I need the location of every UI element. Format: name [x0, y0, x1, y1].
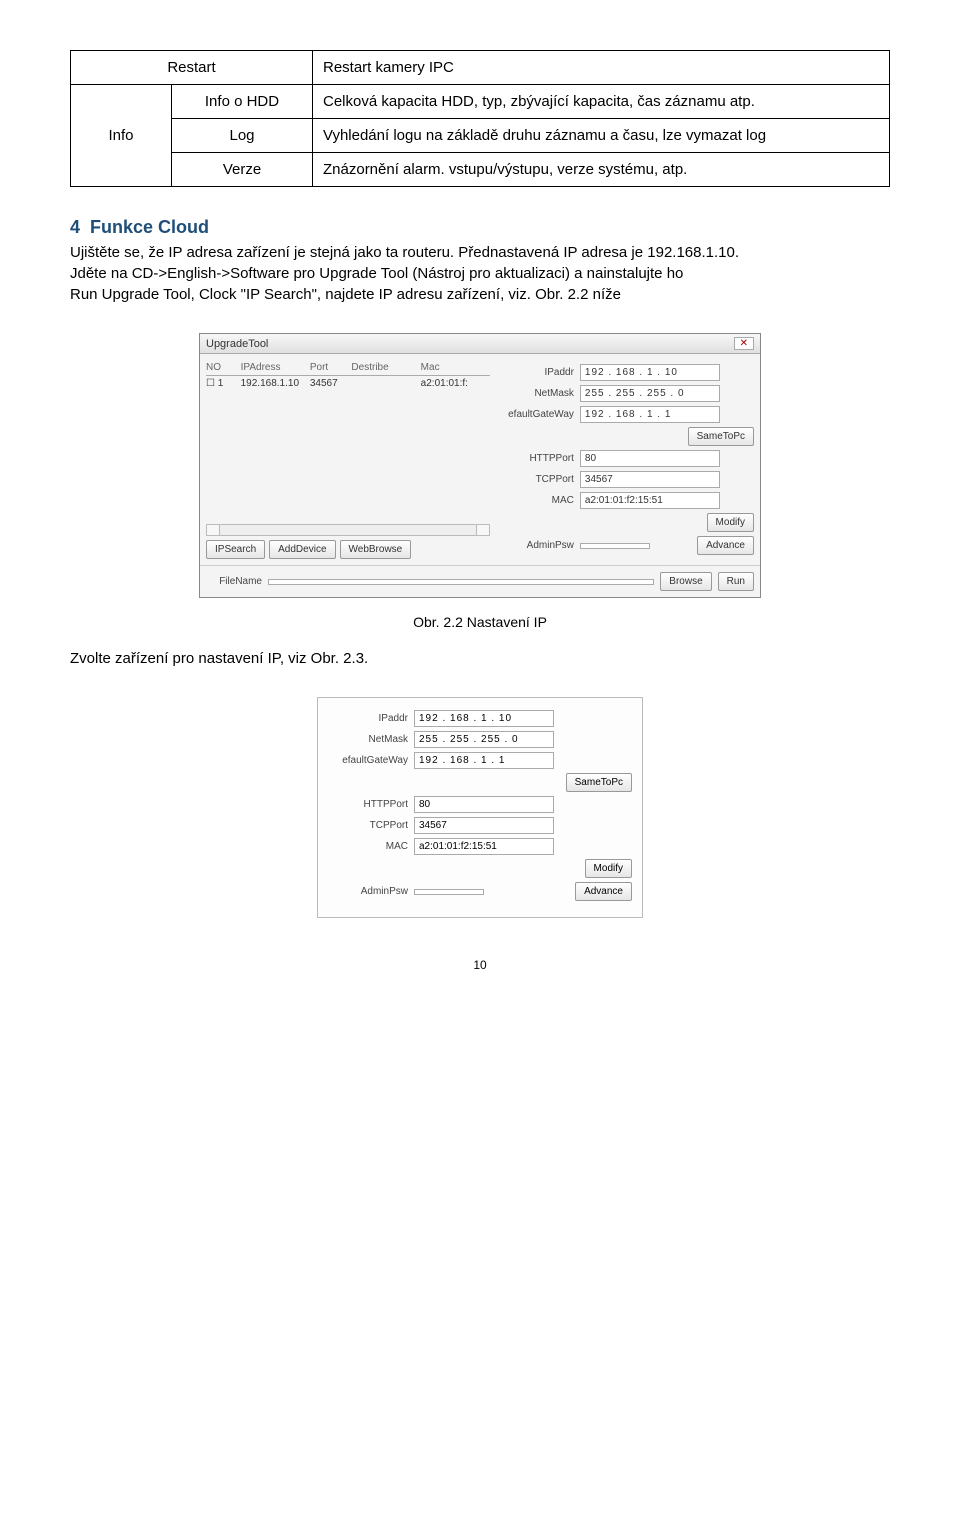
filename-label: FileName: [206, 576, 262, 587]
para-1: Ujištěte se, že IP adresa zařízení je st…: [70, 244, 890, 261]
netmask-input[interactable]: 255 . 255 . 255 . 0: [580, 385, 720, 402]
col-port: Port: [310, 362, 352, 373]
advance-button[interactable]: Advance: [697, 536, 754, 555]
ipaddr-label-2: IPaddr: [322, 713, 408, 724]
figure-caption-1: Obr. 2.2 Nastavení IP: [70, 614, 890, 630]
sametopc-button[interactable]: SameToPc: [688, 427, 754, 446]
hdd-desc: Celková kapacita HDD, typ, zbývající kap…: [313, 85, 890, 119]
advance-button-2[interactable]: Advance: [575, 882, 632, 901]
browse-button[interactable]: Browse: [660, 572, 711, 591]
mac-input[interactable]: a2:01:01:f2:15:51: [580, 492, 720, 509]
para-3: Run Upgrade Tool, Clock "IP Search", naj…: [70, 286, 890, 303]
gateway-input[interactable]: 192 . 168 . 1 . 1: [580, 406, 720, 423]
tcpport-label-2: TCPPort: [322, 820, 408, 831]
close-icon[interactable]: ✕: [734, 337, 754, 350]
upgrade-tool-window: UpgradeTool ✕ NO IPAdress Port Destribe …: [199, 333, 761, 598]
col-mac: Mac: [421, 362, 490, 373]
modify-button[interactable]: Modify: [707, 513, 754, 532]
hdd-label: Info o HDD: [172, 85, 313, 119]
ipaddr-input-2[interactable]: 192 . 168 . 1 . 10: [414, 710, 554, 727]
restart-desc: Restart kamery IPC: [313, 51, 890, 85]
mac-label: MAC: [496, 495, 574, 506]
para-2: Jděte na CD->English->Software pro Upgra…: [70, 265, 890, 282]
gateway-label-2: efaultGateWay: [322, 755, 408, 766]
webbrowse-button[interactable]: WebBrowse: [340, 540, 412, 559]
gateway-label: efaultGateWay: [496, 409, 574, 420]
info-table: Restart Restart kamery IPC Info Info o H…: [70, 50, 890, 187]
netmask-label: NetMask: [496, 388, 574, 399]
gateway-input-2[interactable]: 192 . 168 . 1 . 1: [414, 752, 554, 769]
filename-input[interactable]: [268, 579, 654, 585]
row-ip: 192.168.1.10: [241, 378, 310, 389]
verze-desc: Znázornění alarm. vstupu/výstupu, verze …: [313, 153, 890, 187]
mac-label-2: MAC: [322, 841, 408, 852]
log-label: Log: [172, 119, 313, 153]
sametopc-button-2[interactable]: SameToPc: [566, 773, 632, 792]
device-row[interactable]: ☐ 1 192.168.1.10 34567 a2:01:01:f:: [206, 376, 490, 391]
verze-label: Verze: [172, 153, 313, 187]
section-heading: 4 Funkce Cloud: [70, 217, 890, 238]
run-button[interactable]: Run: [718, 572, 754, 591]
tcpport-label: TCPPort: [496, 474, 574, 485]
httpport-label: HTTPPort: [496, 453, 574, 464]
col-ip: IPAdress: [241, 362, 310, 373]
adminpsw-input[interactable]: [580, 543, 650, 549]
ip-settings-panel: IPaddr 192 . 168 . 1 . 10 NetMask 255 . …: [317, 697, 643, 918]
horizontal-scrollbar[interactable]: [206, 524, 490, 536]
log-desc: Vyhledání logu na základě druhu záznamu …: [313, 119, 890, 153]
row-mac: a2:01:01:f:: [421, 378, 490, 389]
ipaddr-input[interactable]: 192 . 168 . 1 . 10: [580, 364, 720, 381]
adminpsw-input-2[interactable]: [414, 889, 484, 895]
mac-input-2[interactable]: a2:01:01:f2:15:51: [414, 838, 554, 855]
para-4: Zvolte zařízení pro nastavení IP, viz Ob…: [70, 650, 890, 667]
row-no: 1: [218, 378, 224, 389]
netmask-label-2: NetMask: [322, 734, 408, 745]
netmask-input-2[interactable]: 255 . 255 . 255 . 0: [414, 731, 554, 748]
page-number: 10: [70, 958, 890, 972]
window-title: UpgradeTool: [206, 338, 268, 350]
row-desc: [351, 378, 420, 389]
ipsearch-button[interactable]: IPSearch: [206, 540, 265, 559]
adminpsw-label-2: AdminPsw: [322, 886, 408, 897]
adminpsw-label: AdminPsw: [496, 540, 574, 551]
tcpport-input[interactable]: 34567: [580, 471, 720, 488]
httpport-input[interactable]: 80: [580, 450, 720, 467]
httpport-input-2[interactable]: 80: [414, 796, 554, 813]
col-desc: Destribe: [351, 362, 420, 373]
section-title: Funkce Cloud: [90, 217, 209, 237]
info-group: Info: [71, 85, 172, 187]
row-port: 34567: [310, 378, 352, 389]
httpport-label-2: HTTPPort: [322, 799, 408, 810]
device-table-header: NO IPAdress Port Destribe Mac: [206, 360, 490, 376]
restart-label: Restart: [71, 51, 313, 85]
section-number: 4: [70, 217, 80, 237]
ipaddr-label: IPaddr: [496, 367, 574, 378]
col-no: NO: [206, 362, 241, 373]
modify-button-2[interactable]: Modify: [585, 859, 632, 878]
tcpport-input-2[interactable]: 34567: [414, 817, 554, 834]
adddevice-button[interactable]: AddDevice: [269, 540, 335, 559]
